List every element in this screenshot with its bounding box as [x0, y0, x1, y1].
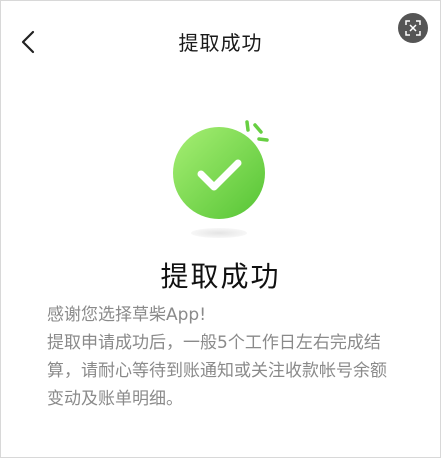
settlement-info-text: 提取申请成功后，一般5个工作日左右完成结算，请耐心等待到账通知或关注收款帐号余额…	[47, 333, 387, 409]
success-illustration	[161, 113, 281, 243]
screen: 提取成功 提取成功 感谢您选择草柴App! 提取申请成功后，一般5个工作日左右完…	[0, 0, 441, 458]
description: 感谢您选择草柴App! 提取申请成功后，一般5个工作日左右完成结算，请耐心等待到…	[47, 301, 397, 413]
screen-capture-button[interactable]	[398, 13, 428, 43]
success-heading: 提取成功	[160, 260, 281, 293]
page-title: 提取成功	[178, 31, 263, 55]
screen-capture-icon	[405, 20, 421, 36]
check-circle-icon	[173, 120, 269, 238]
navigation-bar: 提取成功	[1, 1, 440, 81]
thanks-text: 感谢您选择草柴App!	[47, 305, 207, 325]
